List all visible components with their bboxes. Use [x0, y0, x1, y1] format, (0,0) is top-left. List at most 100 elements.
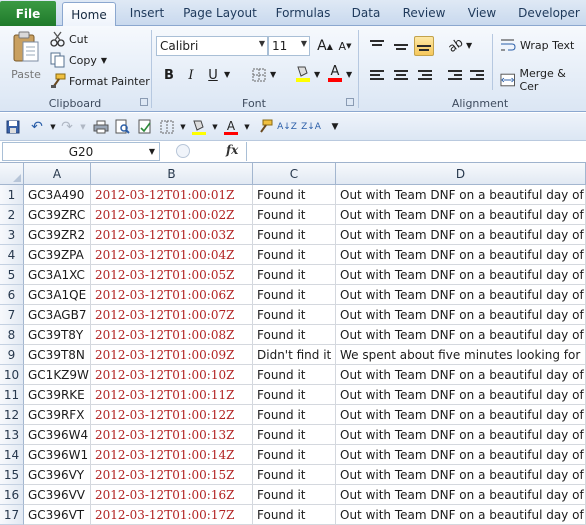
redo-dropdown-arrow[interactable]: ▼	[74, 118, 92, 136]
tab-developer[interactable]: Developer	[514, 0, 584, 26]
cell-d[interactable]: We spent about five minutes looking for	[336, 345, 586, 365]
tab-home[interactable]: Home	[62, 2, 116, 27]
wrap-text-button[interactable]: Wrap Text	[500, 38, 574, 52]
cell-a[interactable]: GC39T8N	[24, 345, 91, 365]
cell-c[interactable]: Didn't find it	[253, 345, 336, 365]
row-header[interactable]: 5	[0, 265, 24, 285]
borders-dropdown-arrow[interactable]: ▼	[270, 70, 276, 79]
cell-a[interactable]: GC39RFX	[24, 405, 91, 425]
cell-c[interactable]: Found it	[253, 305, 336, 325]
cell-d[interactable]: Out with Team DNF on a beautiful day of	[336, 445, 586, 465]
cell-c[interactable]: Found it	[253, 205, 336, 225]
cell-b[interactable]: 2012-03-12T01:00:09Z	[91, 345, 253, 365]
cell-b[interactable]: 2012-03-12T01:00:05Z	[91, 265, 253, 285]
shrink-font-button[interactable]: A ▼	[336, 37, 354, 55]
cell-b[interactable]: 2012-03-12T01:00:16Z	[91, 485, 253, 505]
insert-function-button[interactable]: fx	[226, 143, 238, 157]
cell-d[interactable]: Out with Team DNF on a beautiful day of	[336, 305, 586, 325]
cell-d[interactable]: Out with Team DNF on a beautiful day of	[336, 365, 586, 385]
cell-b[interactable]: 2012-03-12T01:00:17Z	[91, 505, 253, 525]
row-header[interactable]: 4	[0, 245, 24, 265]
cut-button[interactable]: Cut	[50, 30, 88, 48]
paste-button[interactable]: Paste	[6, 30, 46, 92]
cell-b[interactable]: 2012-03-12T01:00:06Z	[91, 285, 253, 305]
copy-dropdown-arrow[interactable]: ▼	[101, 56, 107, 65]
row-header[interactable]: 7	[0, 305, 24, 325]
column-header-d[interactable]: D	[336, 163, 586, 185]
cell-a[interactable]: GC396VT	[24, 505, 91, 525]
merge-center-button[interactable]: Merge & Cer	[500, 67, 586, 93]
cell-c[interactable]: Found it	[253, 265, 336, 285]
cell-a[interactable]: GC1KZ9W	[24, 365, 91, 385]
cell-a[interactable]: GC3A490	[24, 185, 91, 205]
font-launcher-icon[interactable]	[346, 98, 354, 106]
cell-c[interactable]: Found it	[253, 425, 336, 445]
cell-a[interactable]: GC3A1XC	[24, 265, 91, 285]
cell-a[interactable]: GC396VV	[24, 485, 91, 505]
cell-c[interactable]: Found it	[253, 365, 336, 385]
customize-qat-button[interactable]: ▼	[326, 118, 344, 136]
cell-c[interactable]: Found it	[253, 245, 336, 265]
cell-d[interactable]: Out with Team DNF on a beautiful day of	[336, 465, 586, 485]
row-header[interactable]: 6	[0, 285, 24, 305]
cell-c[interactable]: Found it	[253, 485, 336, 505]
row-header[interactable]: 17	[0, 505, 24, 525]
cell-d[interactable]: Out with Team DNF on a beautiful day of	[336, 245, 586, 265]
format-painter-button[interactable]: Format Painter	[50, 72, 150, 90]
font-color-dropdown-arrow[interactable]: ▼	[346, 70, 352, 79]
cell-b[interactable]: 2012-03-12T01:00:08Z	[91, 325, 253, 345]
qat-font-color-dropdown-arrow[interactable]: ▼	[238, 118, 256, 136]
sort-ascending-button[interactable]: A↓Z	[277, 118, 297, 136]
cell-b[interactable]: 2012-03-12T01:00:15Z	[91, 465, 253, 485]
tab-file[interactable]: File	[0, 1, 56, 26]
tab-view[interactable]: View	[460, 0, 504, 26]
cell-c[interactable]: Found it	[253, 225, 336, 245]
cell-d[interactable]: Out with Team DNF on a beautiful day of	[336, 225, 586, 245]
row-header[interactable]: 10	[0, 365, 24, 385]
cell-d[interactable]: Out with Team DNF on a beautiful day of	[336, 505, 586, 525]
bold-button[interactable]: B	[160, 66, 178, 84]
clipboard-launcher-icon[interactable]	[140, 98, 148, 106]
cell-c[interactable]: Found it	[253, 385, 336, 405]
cell-a[interactable]: GC396VY	[24, 465, 91, 485]
align-center-icon[interactable]	[394, 68, 408, 82]
row-header[interactable]: 1	[0, 185, 24, 205]
cell-c[interactable]: Found it	[253, 445, 336, 465]
tab-review[interactable]: Review	[398, 0, 450, 26]
tab-page-layout[interactable]: Page Layout	[180, 0, 260, 26]
row-header[interactable]: 11	[0, 385, 24, 405]
column-header-a[interactable]: A	[24, 163, 91, 185]
cell-b[interactable]: 2012-03-12T01:00:07Z	[91, 305, 253, 325]
align-bottom-button[interactable]	[414, 36, 434, 56]
italic-button[interactable]: I	[182, 66, 200, 84]
cell-d[interactable]: Out with Team DNF on a beautiful day of	[336, 185, 586, 205]
row-header[interactable]: 8	[0, 325, 24, 345]
cell-d[interactable]: Out with Team DNF on a beautiful day of	[336, 425, 586, 445]
cell-b[interactable]: 2012-03-12T01:00:11Z	[91, 385, 253, 405]
cell-d[interactable]: Out with Team DNF on a beautiful day of	[336, 325, 586, 345]
cell-b[interactable]: 2012-03-12T01:00:02Z	[91, 205, 253, 225]
cell-a[interactable]: GC39ZR2	[24, 225, 91, 245]
cell-c[interactable]: Found it	[253, 405, 336, 425]
chevron-down-icon[interactable]: ▼	[149, 147, 155, 156]
tab-formulas[interactable]: Formulas	[272, 0, 334, 26]
row-header[interactable]: 3	[0, 225, 24, 245]
underline-button[interactable]: U	[204, 66, 222, 84]
orientation-button[interactable]: ab ▼	[445, 35, 472, 55]
cell-b[interactable]: 2012-03-12T01:00:01Z	[91, 185, 253, 205]
cell-b[interactable]: 2012-03-12T01:00:10Z	[91, 365, 253, 385]
underline-dropdown-arrow[interactable]: ▼	[224, 70, 230, 79]
row-header[interactable]: 12	[0, 405, 24, 425]
fill-color-button[interactable]	[294, 64, 312, 82]
row-header[interactable]: 14	[0, 445, 24, 465]
decrease-indent-icon[interactable]	[448, 68, 462, 82]
cell-a[interactable]: GC396W4	[24, 425, 91, 445]
cell-c[interactable]: Found it	[253, 505, 336, 525]
cell-d[interactable]: Out with Team DNF on a beautiful day of	[336, 285, 586, 305]
cell-d[interactable]: Out with Team DNF on a beautiful day of	[336, 265, 586, 285]
cell-a[interactable]: GC396W1	[24, 445, 91, 465]
cell-c[interactable]: Found it	[253, 185, 336, 205]
cell-a[interactable]: GC3AGB7	[24, 305, 91, 325]
cell-d[interactable]: Out with Team DNF on a beautiful day of	[336, 485, 586, 505]
align-right-icon[interactable]	[418, 68, 432, 82]
